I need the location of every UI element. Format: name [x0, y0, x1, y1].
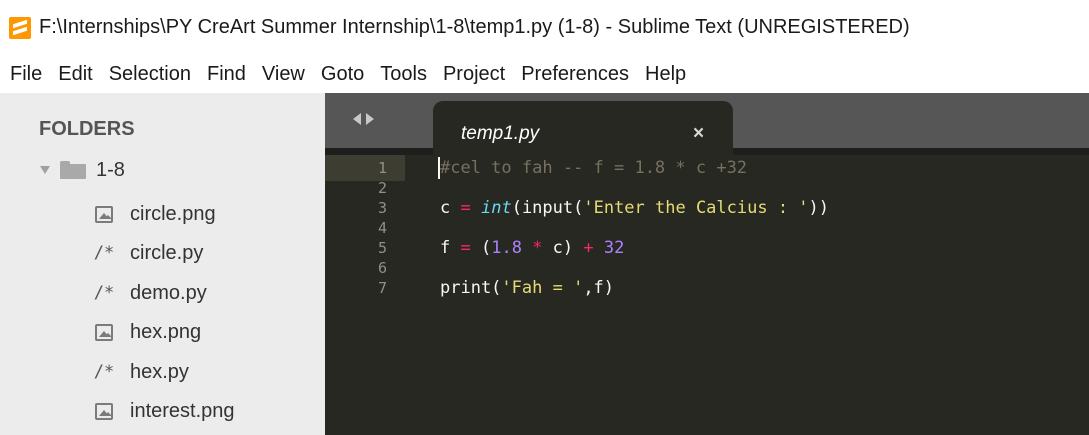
sidebar-file-interest-png[interactable]: interest.png	[92, 396, 235, 426]
menu-tools[interactable]: Tools	[372, 63, 435, 86]
sidebar-file-demo-py[interactable]: /* demo.py	[92, 278, 207, 308]
sidebar: FOLDERS 1-8 circle.png /* circle.py /* d…	[0, 93, 325, 435]
code-file-icon: /*	[93, 283, 115, 303]
editor: temp1.py × 1 #cel to fah -- f = 1.8 * c …	[325, 93, 1089, 435]
menu-file[interactable]: File	[0, 63, 50, 86]
window-title: F:\Internships\PY CreArt Summer Internsh…	[39, 16, 910, 38]
line-number: 7	[377, 279, 387, 297]
title-bar: F:\Internships\PY CreArt Summer Internsh…	[0, 0, 1089, 55]
menu-preferences[interactable]: Preferences	[513, 63, 637, 86]
file-label: demo.py	[130, 281, 207, 304]
code-line: 7 print('Fah = ',f)	[325, 275, 1089, 301]
arrow-right-icon[interactable]	[366, 113, 374, 125]
code-file-icon: /*	[93, 243, 115, 263]
tab-temp1-py[interactable]: temp1.py ×	[433, 101, 733, 155]
folder-label: 1-8	[96, 158, 125, 181]
sidebar-file-hex-png[interactable]: hex.png	[92, 317, 201, 347]
line-number: 4	[377, 219, 387, 237]
image-file-icon	[92, 203, 116, 225]
line-number: 5	[377, 239, 387, 257]
menu-selection[interactable]: Selection	[101, 63, 199, 86]
sidebar-file-circle-py[interactable]: /* circle.py	[92, 238, 204, 268]
sidebar-file-hex-py[interactable]: /* hex.py	[92, 357, 189, 387]
line-number: 6	[377, 259, 387, 277]
folder-icon	[60, 161, 86, 179]
menu-view[interactable]: View	[254, 63, 313, 86]
file-label: hex.png	[130, 320, 202, 343]
line-number: 3	[377, 199, 387, 217]
code-line: 3 c = int(input('Enter the Calcius : '))	[325, 195, 1089, 221]
code-line: 5 f = (1.8 * c) + 32	[325, 235, 1089, 261]
sublime-text-icon	[9, 16, 31, 39]
image-file-icon	[92, 400, 116, 422]
code-area[interactable]: 1 #cel to fah -- f = 1.8 * c +32 2 3 c =…	[325, 155, 1089, 435]
menu-help[interactable]: Help	[637, 63, 694, 86]
line-number: 2	[377, 179, 387, 197]
sidebar-file-circle-png[interactable]: circle.png	[92, 199, 216, 229]
file-label: circle.png	[130, 202, 216, 225]
code-file-icon: /*	[93, 362, 115, 382]
tab-navigation[interactable]	[353, 113, 374, 125]
folder-1-8[interactable]: 1-8	[40, 155, 125, 185]
folders-header: FOLDERS	[39, 118, 135, 140]
file-label: circle.py	[130, 241, 204, 264]
file-label: hex.py	[130, 360, 189, 383]
chevron-down-icon[interactable]	[40, 166, 50, 174]
tab-bar: temp1.py ×	[325, 93, 1089, 155]
code-line: 1 #cel to fah -- f = 1.8 * c +32	[325, 155, 1089, 181]
comment: #cel to fah -- f = 1.8 * c +32	[440, 158, 748, 178]
menu-edit[interactable]: Edit	[50, 63, 100, 86]
menu-find[interactable]: Find	[199, 63, 254, 86]
line-number: 1	[377, 159, 387, 177]
image-file-icon	[92, 321, 116, 343]
menu-goto[interactable]: Goto	[313, 63, 372, 86]
menu-project[interactable]: Project	[435, 63, 513, 86]
file-label: interest.png	[130, 399, 235, 422]
close-icon[interactable]: ×	[693, 123, 704, 145]
menu-bar: File Edit Selection Find View Goto Tools…	[0, 55, 1089, 93]
tab-label: temp1.py	[461, 123, 540, 144]
arrow-left-icon[interactable]	[353, 113, 361, 125]
